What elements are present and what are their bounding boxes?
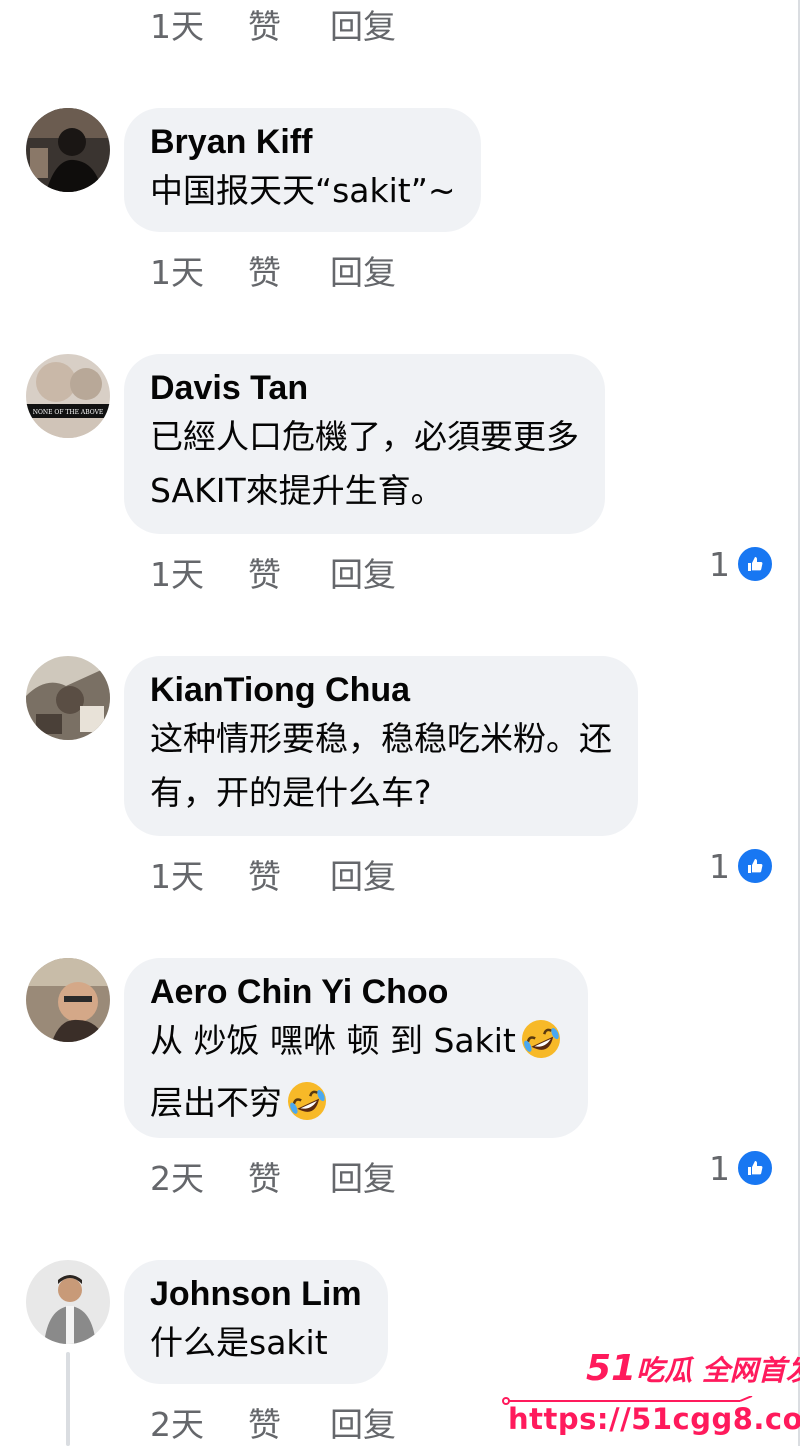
comment-actions: 1天 赞 回复 — [150, 248, 396, 292]
comment-text-line: 已經人口危機了，必須要更多 — [150, 417, 579, 456]
reply-button[interactable]: 回复 — [330, 548, 396, 596]
reaction-count[interactable]: 1 — [709, 846, 774, 886]
comment-text-line: 这种情形要稳，稳稳吃米粉。还 — [150, 719, 612, 758]
avatar[interactable] — [26, 656, 110, 740]
comment-bubble: Aero Chin Yi Choo 从 炒饭 嘿咻 顿 到 Sakit 层出不穷 — [124, 958, 588, 1138]
rolling-laughing-emoji-icon — [520, 1018, 562, 1076]
comment-author[interactable]: Davis Tan — [150, 366, 579, 410]
watermark-brand: 51吃瓜 全网首发 — [586, 1348, 800, 1389]
comment-bubble: KianTiong Chua 这种情形要稳，稳稳吃米粉。还 有，开的是什么车? — [124, 656, 638, 836]
avatar-photo — [26, 958, 110, 1042]
reply-button[interactable]: 回复 — [330, 0, 396, 48]
comment-author[interactable]: Bryan Kiff — [150, 120, 455, 164]
comment-text-line: 从 炒饭 嘿咻 顿 到 Sakit — [150, 1014, 562, 1076]
comment-author[interactable]: Johnson Lim — [150, 1272, 362, 1316]
comment-text-line: SAKIT來提升生育。 — [150, 471, 444, 510]
avatar-photo — [26, 108, 110, 192]
comment-time[interactable]: 1天 — [150, 548, 248, 596]
comment-time[interactable]: 2天 — [150, 1398, 248, 1446]
like-button[interactable]: 赞 — [248, 0, 330, 48]
comment-text: 什么是sakit — [150, 1323, 328, 1362]
comment-author[interactable]: KianTiong Chua — [150, 668, 612, 712]
comment-text-line: 层出不穷 — [150, 1076, 562, 1138]
watermark-url: https://51cgg8.com — [508, 1402, 800, 1436]
comment-text-line: 有，开的是什么车? — [150, 773, 432, 812]
avatar[interactable]: NONE OF THE ABOVE — [26, 354, 110, 438]
like-button[interactable]: 赞 — [248, 850, 330, 898]
comment-text: 层出不穷 — [150, 1083, 282, 1122]
comment-time[interactable]: 2天 — [150, 1152, 248, 1200]
reply-button[interactable]: 回复 — [330, 246, 396, 294]
avatar-text: NONE OF THE ABOVE — [33, 409, 104, 416]
comment-bubble: Johnson Lim 什么是sakit — [124, 1260, 388, 1384]
thread-line — [66, 1352, 70, 1446]
thumbs-up-icon — [736, 1149, 774, 1187]
like-button[interactable]: 赞 — [248, 1398, 330, 1446]
rolling-laughing-emoji-icon — [286, 1080, 328, 1138]
comment-actions: 2天 赞 回复 — [150, 1400, 396, 1444]
comment-text: 从 炒饭 嘿咻 顿 到 Sakit — [150, 1021, 516, 1060]
watermark-brand-number: 51 — [586, 1348, 637, 1389]
avatar-photo: NONE OF THE ABOVE — [26, 354, 110, 438]
avatar-photo — [26, 1260, 110, 1344]
reaction-number: 1 — [709, 846, 730, 886]
avatar[interactable] — [26, 958, 110, 1042]
comment-time[interactable]: 1天 — [150, 850, 248, 898]
watermark-brand-text: 吃瓜 全网首发 — [636, 1354, 800, 1387]
thumbs-up-icon — [736, 847, 774, 885]
watermark: 51吃瓜 全网首发 https://51cgg8.com — [500, 1348, 800, 1444]
thumbs-up-icon — [736, 545, 774, 583]
comment-actions: 1天 赞 回复 — [150, 550, 396, 594]
comment-actions-previous: 1天 赞 回复 — [150, 2, 396, 46]
avatar-photo — [26, 656, 110, 740]
reaction-number: 1 — [709, 544, 730, 584]
reaction-count[interactable]: 1 — [709, 544, 774, 584]
like-button[interactable]: 赞 — [248, 548, 330, 596]
comment-time[interactable]: 1天 — [150, 246, 248, 294]
comment-actions: 1天 赞 回复 — [150, 852, 396, 896]
reply-button[interactable]: 回复 — [330, 1152, 396, 1200]
reaction-count[interactable]: 1 — [709, 1148, 774, 1188]
comment-text: 中国报天天“sakit”~ — [150, 171, 456, 210]
avatar[interactable] — [26, 1260, 110, 1344]
like-button[interactable]: 赞 — [248, 246, 330, 294]
reaction-number: 1 — [709, 1148, 730, 1188]
reply-button[interactable]: 回复 — [330, 850, 396, 898]
comment-bubble: Bryan Kiff 中国报天天“sakit”~ — [124, 108, 482, 232]
like-button[interactable]: 赞 — [248, 1152, 330, 1200]
comment-actions: 2天 赞 回复 — [150, 1154, 396, 1198]
comment-author[interactable]: Aero Chin Yi Choo — [150, 970, 562, 1014]
reply-button[interactable]: 回复 — [330, 1398, 396, 1446]
comment-bubble: Davis Tan 已經人口危機了，必須要更多 SAKIT來提升生育。 — [124, 354, 605, 534]
comment-time[interactable]: 1天 — [150, 0, 248, 48]
avatar[interactable] — [26, 108, 110, 192]
